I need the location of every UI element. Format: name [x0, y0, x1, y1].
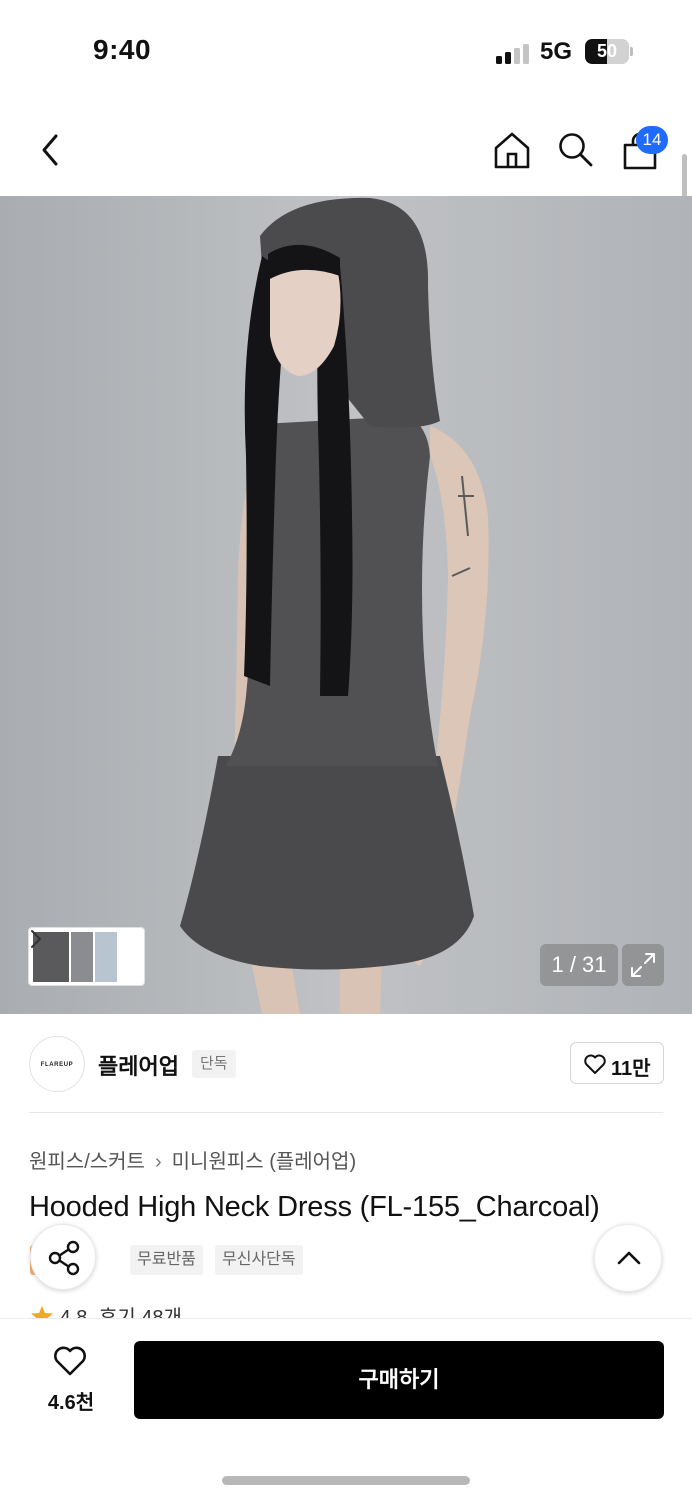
free-return-badge: 무료반품 — [130, 1245, 203, 1275]
thumbnail-image[interactable] — [71, 932, 93, 982]
breadcrumb: 원피스/스커트 › 미니원피스 (플레어업) — [29, 1145, 356, 1174]
product-title: Hooded High Neck Dress (FL-155_Charcoal) — [29, 1191, 600, 1223]
thumbnail-image[interactable] — [95, 932, 117, 982]
status-time: 9:40 — [93, 34, 152, 65]
brand-name[interactable]: 플레어업 — [98, 1049, 179, 1081]
expand-button[interactable] — [622, 944, 664, 986]
expand-icon — [631, 953, 655, 977]
breadcrumb-item-subcategory[interactable]: 미니원피스 (플레어업) — [172, 1151, 356, 1173]
heart-icon — [584, 1054, 606, 1074]
home-indicator — [222, 1476, 470, 1485]
battery-icon: 50 — [585, 39, 633, 64]
thumbnail-strip[interactable] — [28, 927, 145, 986]
wish-count: 4.6천 — [47, 1392, 95, 1414]
scroll-to-top-button[interactable] — [594, 1224, 662, 1292]
chevron-right-icon — [31, 930, 41, 948]
image-counter: 1 / 31 — [540, 944, 618, 986]
brand-logo[interactable]: FLAREUP — [29, 1036, 85, 1092]
heart-icon[interactable] — [52, 1345, 88, 1377]
signal-icon — [496, 42, 530, 64]
share-button[interactable] — [30, 1224, 96, 1290]
search-button[interactable] — [556, 130, 596, 170]
buy-button[interactable]: 구매하기 — [134, 1341, 664, 1419]
top-nav — [0, 100, 692, 196]
divider — [29, 1112, 663, 1113]
home-button[interactable] — [492, 130, 532, 170]
product-image[interactable]: 1 / 31 — [0, 196, 692, 1014]
brand-like-count: 11만 — [611, 1058, 651, 1080]
status-bar: 9:40 5G 50 — [0, 0, 692, 100]
chevron-left-icon — [42, 134, 58, 166]
search-icon — [559, 133, 593, 167]
chevron-up-icon — [617, 1251, 641, 1265]
cart-count-badge: 14 — [636, 126, 668, 154]
network-label: 5G — [540, 38, 573, 65]
brand-exclusive-tag: 단독 — [192, 1050, 236, 1078]
brand-like-button[interactable]: 11만 — [570, 1042, 664, 1084]
home-icon — [494, 132, 530, 169]
exclusive-badge: 무신사단독 — [215, 1245, 303, 1275]
back-button[interactable] — [36, 130, 66, 170]
product-photo — [0, 196, 692, 1014]
share-icon — [48, 1240, 80, 1276]
battery-percent: 50 — [596, 41, 618, 61]
breadcrumb-item-category[interactable]: 원피스/스커트 — [29, 1151, 145, 1173]
chevron-right-icon: › — [154, 1151, 162, 1173]
